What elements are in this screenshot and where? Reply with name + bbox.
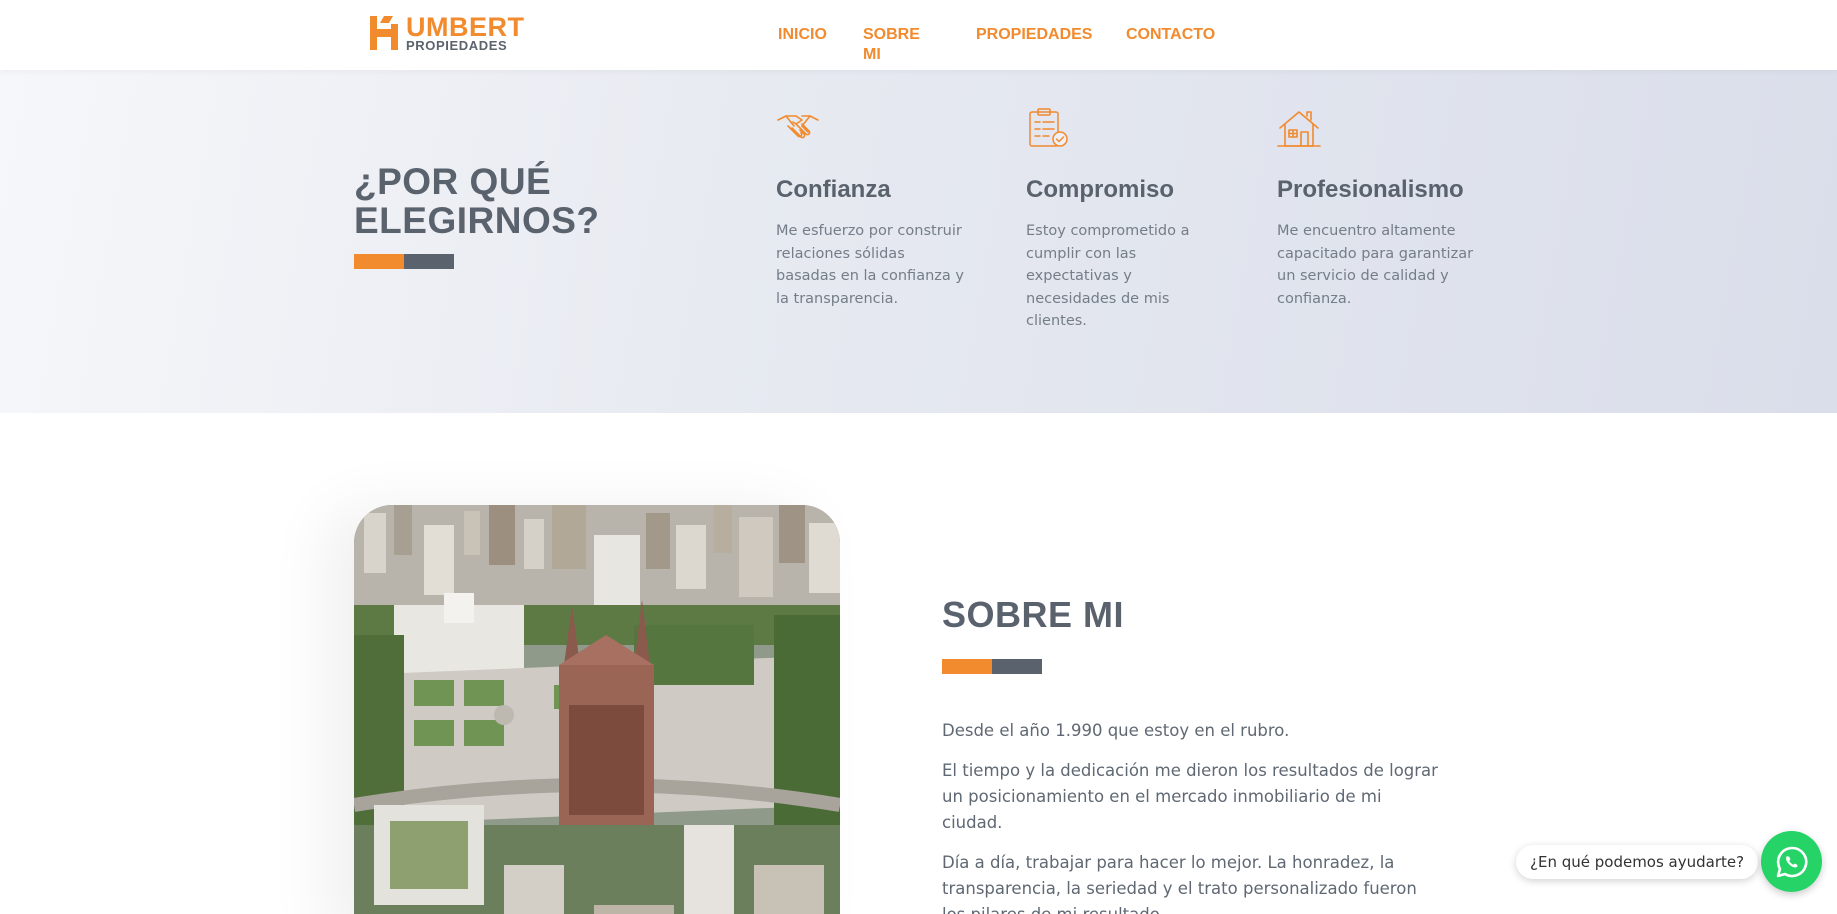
whatsapp-icon [1776,846,1807,877]
house-icon [1277,111,1321,147]
feature-text: Me encuentro altamente capacitado para g… [1277,223,1474,307]
chat-prompt-bubble[interactable]: ¿En qué podemos ayudarte? [1516,845,1759,879]
about-paragraph: El tiempo y la dedicación me dieron los … [942,761,1438,832]
feature-title: Profesionalismo [1277,176,1464,203]
whatsapp-button[interactable] [1761,831,1822,892]
about-paragraph: Desde el año 1.990 que estoy en el rubro… [942,721,1290,740]
feature-text: Estoy comprometido a cumplir con las exp… [1026,223,1190,329]
why-section: ¿POR QUÉ ELEGIRNOS? Confianza Me esfuerz… [0,70,1837,413]
city-aerial-photo [354,505,840,914]
nav-item-contacto[interactable]: CONTACTO [1126,25,1215,45]
clipboard-check-icon [1029,108,1068,147]
nav-item-inicio[interactable]: INICIO [778,25,827,45]
about-text: Desde el año 1.990 que estoy en el rubro… [942,718,1442,914]
feature-title: Compromiso [1026,176,1175,203]
logo-sub: PROPIEDADES [406,38,508,53]
feature-title: Confianza [776,176,891,203]
feature-confianza: Confianza Me esfuerzo por construir rela… [776,108,966,310]
about-title: SOBRE MI [942,594,1125,635]
logo-text: UMBERT PROPIEDADES [406,12,525,52]
about-paragraph: Día a día, trabajar para hacer lo mejor.… [942,853,1417,914]
feature-compromiso: Compromiso Estoy comprometido a cumplir … [1026,108,1216,333]
feature-text: Me esfuerzo por construir relaciones sól… [776,223,964,307]
city-illustration [354,505,840,914]
handshake-icon [777,115,819,139]
site-header: UMBERT PROPIEDADES INICIO SOBRE MI PROPI… [0,0,1837,70]
why-title: ¿POR QUÉ ELEGIRNOS? [354,161,600,241]
nav-item-sobre-mi[interactable]: SOBRE MI [863,25,920,65]
logo-h-icon [370,16,398,50]
feature-profesionalismo: Profesionalismo Me encuentro altamente c… [1277,108,1477,310]
section-divider [942,659,1042,674]
section-divider [354,254,454,269]
nav-item-propiedades[interactable]: PROPIEDADES [976,25,1092,45]
logo[interactable]: UMBERT PROPIEDADES [368,12,530,54]
